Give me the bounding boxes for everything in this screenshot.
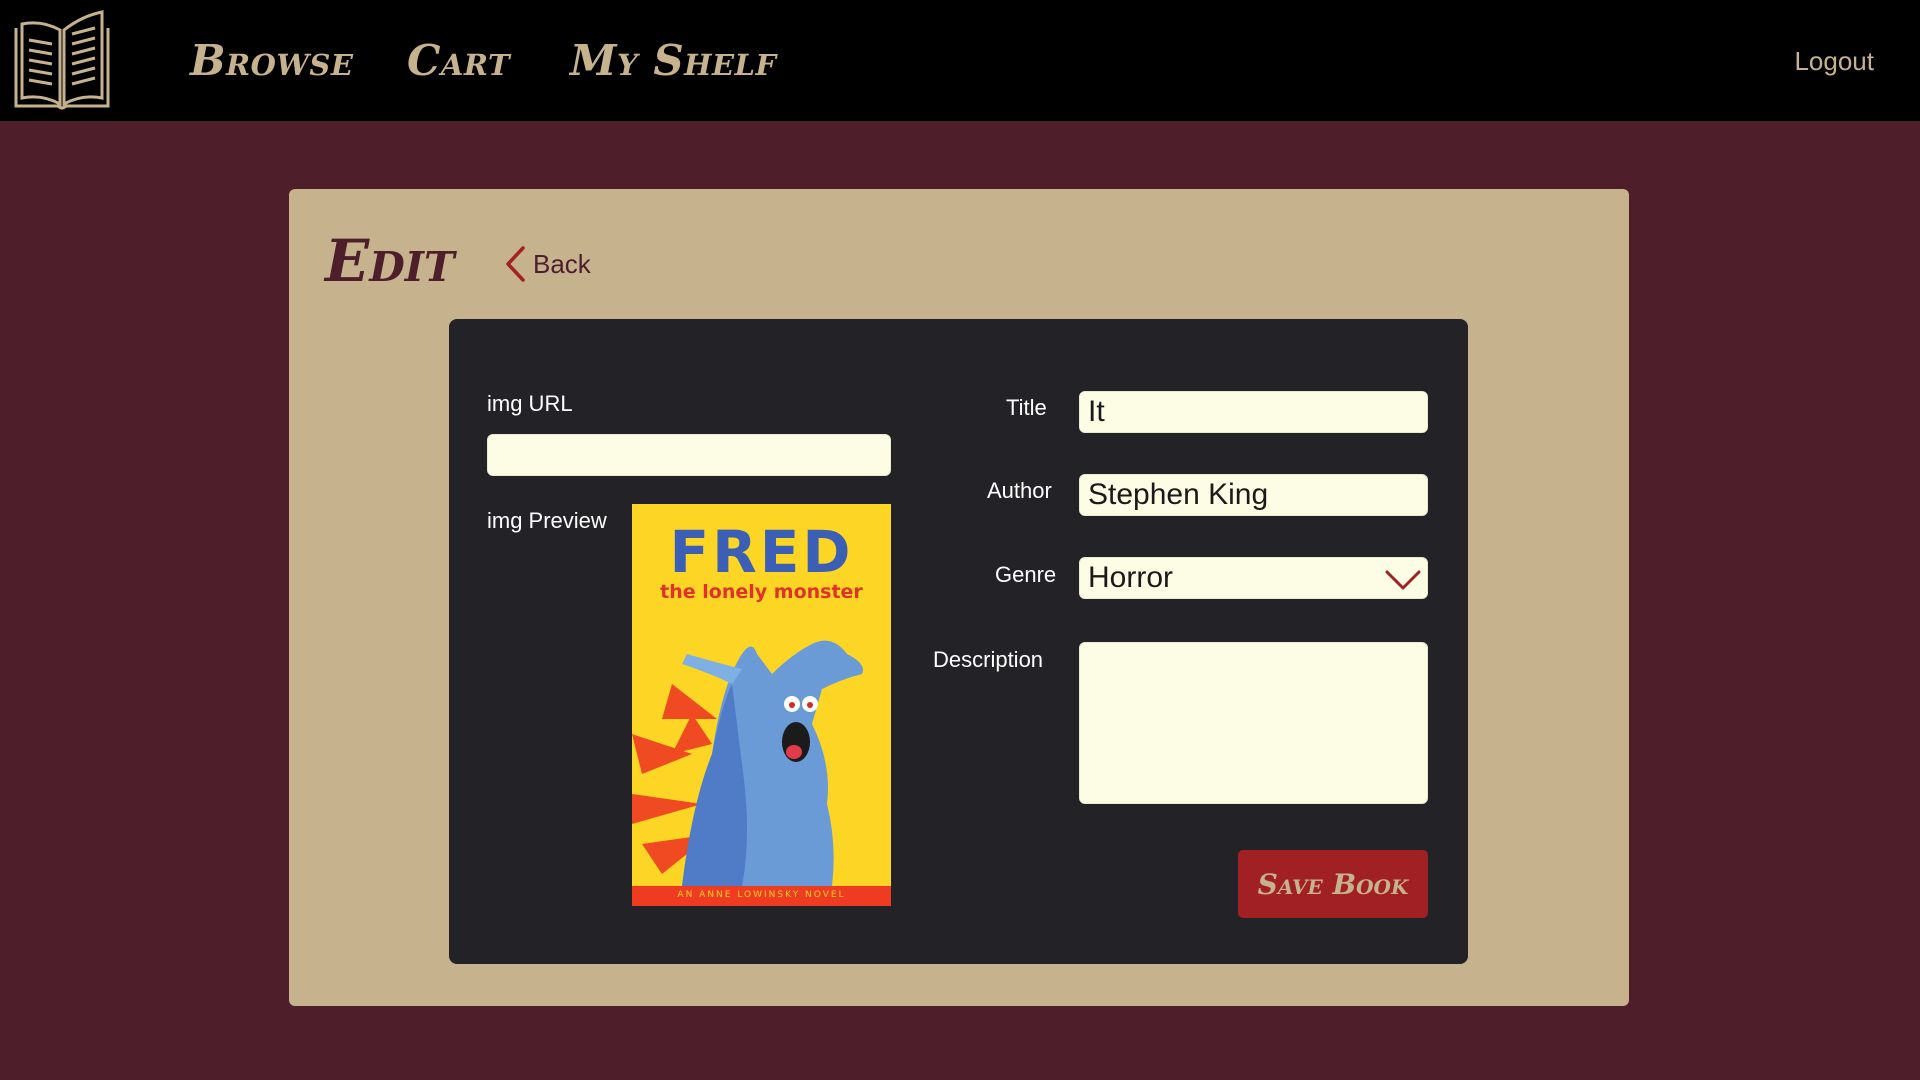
- logout-link[interactable]: Logout: [1794, 46, 1874, 77]
- edit-form-panel: img URL img Preview FRED the lonely mons…: [449, 319, 1468, 964]
- top-navbar: Browse Cart My Shelf Logout: [0, 0, 1920, 121]
- genre-select[interactable]: Horror: [1079, 557, 1428, 599]
- nav-cart-link[interactable]: Cart: [407, 36, 510, 85]
- page-title: Edit: [325, 227, 455, 295]
- cover-preview-image: . FRED the lonely monster AN ANNE LOWINS…: [632, 504, 891, 906]
- description-label: Description: [933, 647, 1044, 672]
- cover-title: FRED: [669, 518, 854, 586]
- nav-my-shelf-link[interactable]: My Shelf: [570, 36, 777, 85]
- img-preview-label: img Preview: [487, 508, 607, 533]
- img-url-label: img URL: [487, 391, 573, 416]
- nav-browse-link[interactable]: Browse: [190, 36, 353, 85]
- genre-label: Genre: [995, 562, 1057, 587]
- genre-selected-value: Horror: [1088, 561, 1174, 594]
- title-input[interactable]: It: [1079, 391, 1428, 433]
- author-label: Author: [987, 478, 1052, 503]
- title-label: Title: [1006, 395, 1047, 420]
- chevron-left-icon: [506, 246, 525, 282]
- open-book-icon[interactable]: [12, 10, 112, 110]
- img-url-input[interactable]: [487, 434, 891, 476]
- edit-card: Edit Back img URL img Preview FRED the l…: [289, 189, 1629, 1006]
- chevron-down-icon: [1385, 570, 1421, 590]
- save-book-button[interactable]: Save Book: [1238, 850, 1428, 918]
- back-button[interactable]: Back: [503, 244, 591, 284]
- description-textarea[interactable]: [1079, 642, 1428, 804]
- cover-subtitle: the lonely monster: [660, 581, 863, 603]
- author-input[interactable]: Stephen King: [1079, 474, 1428, 516]
- cover-footer: AN ANNE LOWINSKY NOVEL: [677, 890, 846, 900]
- back-label: Back: [533, 248, 591, 279]
